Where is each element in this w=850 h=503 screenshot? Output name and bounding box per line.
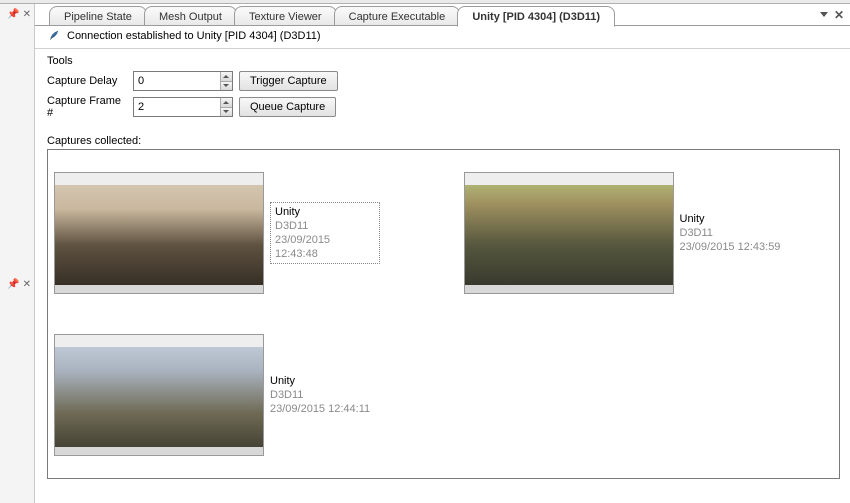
capture-api: D3D11 bbox=[275, 219, 375, 233]
tab-texture-viewer[interactable]: Texture Viewer bbox=[234, 6, 337, 26]
captures-list: Unity D3D11 23/09/2015 12:43:48 Unity D3… bbox=[47, 149, 840, 479]
capture-frame-label: Capture Frame # bbox=[47, 95, 127, 119]
tab-pipeline-state[interactable]: Pipeline State bbox=[49, 6, 147, 26]
capture-timestamp: 23/09/2015 12:43:48 bbox=[275, 233, 375, 261]
capture-frame-stepper[interactable] bbox=[133, 97, 233, 117]
capture-thumbnail[interactable] bbox=[54, 334, 264, 456]
tab-mesh-output[interactable]: Mesh Output bbox=[144, 6, 237, 26]
connection-status-text: Connection established to Unity [PID 430… bbox=[67, 30, 321, 42]
left-dock-gutter: 📌 ✕ 📌 ✕ bbox=[0, 4, 35, 503]
tab-overflow-icon[interactable] bbox=[820, 12, 828, 17]
connection-status-row: Connection established to Unity [PID 430… bbox=[35, 26, 850, 49]
queue-capture-button[interactable]: Queue Capture bbox=[239, 97, 336, 117]
capture-delay-label: Capture Delay bbox=[47, 75, 127, 87]
capture-item[interactable]: Unity D3D11 23/09/2015 12:43:48 bbox=[54, 156, 424, 310]
close-icon[interactable]: ✕ bbox=[23, 10, 31, 20]
trigger-capture-button[interactable]: Trigger Capture bbox=[239, 71, 338, 91]
capture-delay-input[interactable] bbox=[134, 72, 220, 90]
feather-icon bbox=[47, 30, 61, 42]
capture-info: Unity D3D11 23/09/2015 12:43:48 bbox=[270, 202, 380, 264]
tab-strip: Pipeline State Mesh Output Texture Viewe… bbox=[35, 4, 850, 26]
captures-heading: Captures collected: bbox=[47, 135, 840, 147]
capture-thumbnail[interactable] bbox=[54, 172, 264, 294]
capture-title: Unity bbox=[680, 212, 781, 226]
capture-info: Unity D3D11 23/09/2015 12:43:59 bbox=[680, 212, 781, 254]
capture-frame-input[interactable] bbox=[134, 98, 220, 116]
stepper-down-icon[interactable] bbox=[221, 81, 232, 91]
capture-delay-stepper[interactable] bbox=[133, 71, 233, 91]
capture-item[interactable]: Unity D3D11 23/09/2015 12:44:11 bbox=[54, 318, 424, 472]
tab-unity-connection[interactable]: Unity [PID 4304] (D3D11) bbox=[457, 6, 615, 27]
pin-icon[interactable]: 📌 bbox=[7, 10, 19, 20]
capture-timestamp: 23/09/2015 12:44:11 bbox=[270, 402, 370, 416]
tools-heading: Tools bbox=[47, 55, 840, 67]
capture-api: D3D11 bbox=[680, 226, 781, 240]
capture-timestamp: 23/09/2015 12:43:59 bbox=[680, 240, 781, 254]
capture-title: Unity bbox=[275, 205, 375, 219]
close-icon[interactable]: ✕ bbox=[23, 280, 31, 290]
capture-info: Unity D3D11 23/09/2015 12:44:11 bbox=[270, 374, 370, 416]
capture-api: D3D11 bbox=[270, 388, 370, 402]
pin-icon[interactable]: 📌 bbox=[7, 280, 19, 290]
stepper-up-icon[interactable] bbox=[221, 98, 232, 107]
capture-title: Unity bbox=[270, 374, 370, 388]
tab-capture-executable[interactable]: Capture Executable bbox=[334, 6, 461, 26]
capture-item[interactable]: Unity D3D11 23/09/2015 12:43:59 bbox=[464, 156, 834, 310]
stepper-down-icon[interactable] bbox=[221, 107, 232, 117]
stepper-up-icon[interactable] bbox=[221, 72, 232, 81]
capture-thumbnail[interactable] bbox=[464, 172, 674, 294]
tab-close-icon[interactable]: ✕ bbox=[834, 8, 844, 22]
